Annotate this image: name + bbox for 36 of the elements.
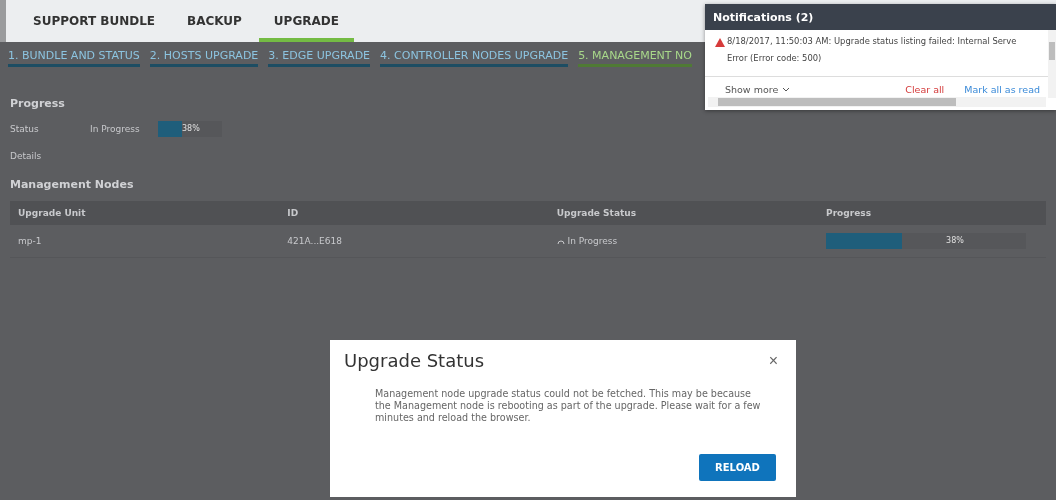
step-tab[interactable]: 1. BUNDLE AND STATUS <box>8 48 140 67</box>
step-tab[interactable]: 2. HOSTS UPGRADE <box>149 48 259 67</box>
section-title: Management Nodes <box>10 178 134 191</box>
table-cell: 421A...E618 <box>279 225 549 258</box>
horizontal-scrollbar[interactable] <box>708 97 1046 107</box>
chevron-down-icon <box>782 87 791 92</box>
dialog-message: Management node upgrade status could not be fetched. This may be because the Management node is rebooting as part of the upgrade. Please wait for a few minutes and reload the browser. <box>375 388 762 424</box>
column-header: ID <box>279 201 549 225</box>
column-header: Upgrade Status <box>548 201 819 225</box>
panel-title: Notifications (2) <box>705 4 1056 30</box>
column-header: Progress <box>818 201 1046 225</box>
dialog-title: Upgrade Status <box>344 350 485 371</box>
step-tab[interactable]: 3. EDGE UPGRADE <box>268 48 371 67</box>
field-label: Details <box>10 151 43 161</box>
table-cell: mp-1 <box>10 225 280 258</box>
tab[interactable]: UPGRADE <box>258 0 354 42</box>
status-text: In Progress <box>567 236 618 246</box>
spinner-icon <box>556 237 565 246</box>
tab[interactable]: BACKUP <box>172 0 257 42</box>
show-more-button[interactable]: Show more <box>725 84 791 95</box>
field-label: Status <box>10 124 40 134</box>
progress-reading: 38% <box>182 124 200 133</box>
vertical-scrollbar[interactable] <box>1048 30 1056 98</box>
step-tab[interactable]: 5. MANAGEMENT NO <box>578 48 692 67</box>
clear-all-link[interactable]: Clear all <box>905 84 945 95</box>
mark-all-read-link[interactable]: Mark all as read <box>964 84 1040 95</box>
warning-icon <box>715 38 725 47</box>
step-tab[interactable]: 4. CONTROLLER NODES UPGRADE <box>380 48 569 67</box>
status-text: In Progress <box>90 124 141 134</box>
column-header: Upgrade Unit <box>10 201 280 225</box>
tab[interactable]: SUPPORT BUNDLE <box>18 0 170 42</box>
reload-button[interactable]: RELOAD <box>699 454 776 481</box>
notification-text: 8/18/2017, 11:50:03 AM: Upgrade status listing failed: Internal Serve Error (Error code: 500) <box>727 35 1017 65</box>
progress-reading: 38% <box>946 236 964 245</box>
section-title: Progress <box>10 97 65 110</box>
close-button[interactable]: × <box>766 351 780 370</box>
